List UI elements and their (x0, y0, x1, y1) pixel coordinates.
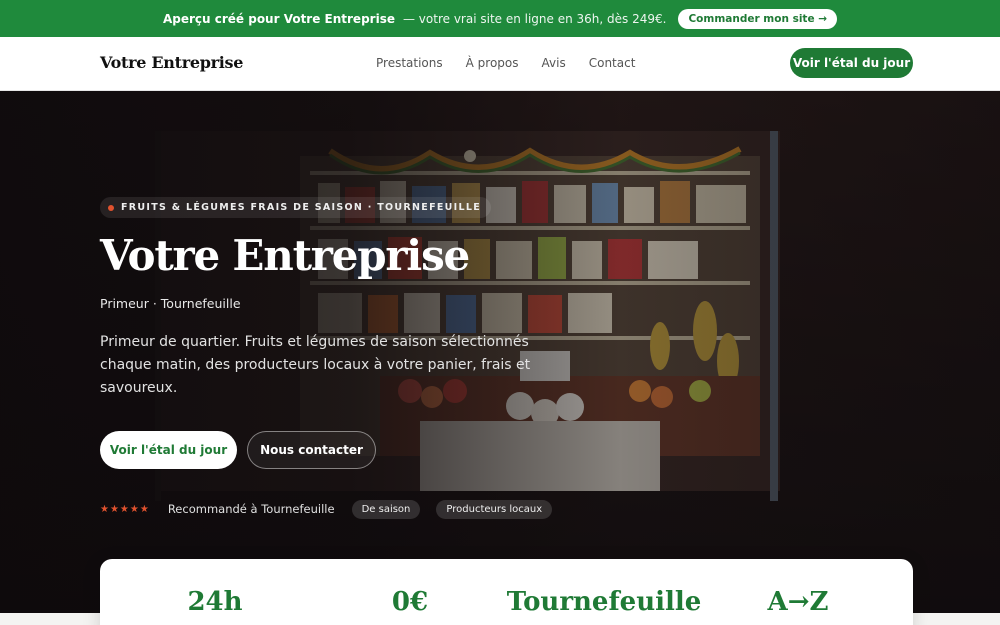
stat-value-range: A→Z (767, 587, 829, 617)
stat-value-delivery: 24h (187, 587, 243, 617)
tag-chip-seasonal: De saison (351, 499, 421, 519)
stat-value-price: 0€ (391, 587, 429, 617)
promo-banner: Aperçu créé pour Votre Entreprise — votr… (0, 0, 1000, 37)
nav-link-about[interactable]: À propos (466, 56, 519, 70)
hero-subtitle: Primeur · Tournefeuille (100, 296, 241, 311)
top-nav: Votre Entreprise Prestations À propos Av… (0, 37, 1000, 91)
stats-card: 24h 0€ Tournefeuille A→Z (100, 559, 913, 625)
stat-value-location: Tournefeuille (506, 587, 702, 617)
hero-kicker-badge: FRUITS & LÉGUMES FRAIS DE SAISON · TOURN… (100, 197, 492, 218)
nav-links: Prestations À propos Avis Contact (376, 56, 635, 70)
nav-cta-button[interactable]: Voir l'étal du jour (790, 48, 913, 78)
banner-strong-text: Aperçu créé pour Votre Entreprise (162, 11, 395, 26)
nav-link-prestations[interactable]: Prestations (376, 56, 443, 70)
tag-chip-local-producers: Producteurs locaux (436, 499, 553, 519)
trust-row: ★★★★★ Recommandé à Tournefeuille De sais… (100, 498, 553, 520)
nav-link-contact[interactable]: Contact (589, 56, 636, 70)
recommendation-text: Recommandé à Tournefeuille (167, 502, 335, 516)
banner-text: — votre vrai site en ligne en 36h, dès 2… (402, 11, 667, 26)
brand-logo[interactable]: Votre Entreprise (100, 53, 243, 72)
order-site-button[interactable]: Commander mon site → (678, 8, 838, 29)
contact-button[interactable]: Nous contacter (247, 431, 376, 469)
rating-stars-icon: ★★★★★ (100, 503, 150, 515)
hero-description: Primeur de quartier. Fruits et légumes d… (100, 334, 531, 396)
hero-title: Votre Entreprise (100, 231, 470, 280)
view-stall-button[interactable]: Voir l'étal du jour (100, 431, 237, 469)
nav-link-reviews[interactable]: Avis (542, 56, 566, 70)
hero-kicker-text: FRUITS & LÉGUMES FRAIS DE SAISON · TOURN… (121, 202, 482, 213)
hero-section: FRUITS & LÉGUMES FRAIS DE SAISON · TOURN… (0, 91, 1000, 613)
status-dot-icon (108, 204, 114, 211)
